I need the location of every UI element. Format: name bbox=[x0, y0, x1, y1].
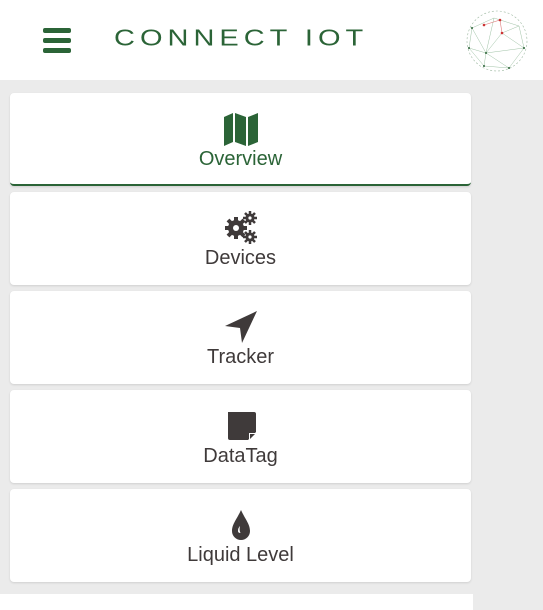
logo-text: CONNECT IOT bbox=[114, 25, 369, 51]
sidebar-footer bbox=[0, 594, 473, 610]
hamburger-bar bbox=[43, 38, 71, 43]
header: CONNECT IOT bbox=[0, 0, 543, 80]
nav-item-label: Liquid Level bbox=[187, 544, 294, 566]
nav-item-datatag[interactable]: DataTag bbox=[10, 390, 471, 483]
hamburger-menu-button[interactable] bbox=[43, 28, 71, 53]
globe-logo-icon bbox=[466, 10, 528, 72]
nav-item-tracker[interactable]: Tracker bbox=[10, 291, 471, 384]
sticky-note-icon bbox=[227, 412, 256, 440]
nav-item-overview[interactable]: Overview bbox=[10, 93, 471, 186]
nav-item-label: DataTag bbox=[203, 445, 278, 467]
nav-item-label: Tracker bbox=[206, 346, 275, 368]
nav-item-label: Overview bbox=[198, 148, 283, 170]
cogs-icon bbox=[224, 211, 257, 244]
nav-item-liquid-level[interactable]: Liquid Level bbox=[10, 489, 471, 582]
hamburger-icon bbox=[43, 28, 71, 33]
location-arrow-icon bbox=[224, 311, 257, 343]
hamburger-bar bbox=[43, 48, 71, 53]
tint-icon bbox=[231, 510, 250, 540]
map-icon bbox=[223, 113, 258, 146]
nav-item-label: Devices bbox=[204, 247, 277, 269]
nav-item-devices[interactable]: Devices bbox=[10, 192, 471, 285]
